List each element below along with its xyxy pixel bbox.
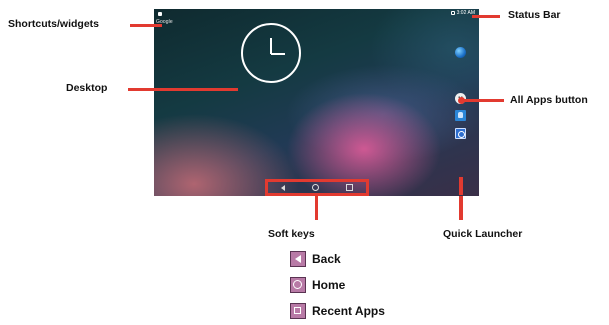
shortcuts-callout-line — [130, 24, 162, 27]
legend-recent-apps-label: Recent Apps — [312, 304, 385, 318]
clock-hour-hand — [270, 38, 272, 54]
contacts-app-icon[interactable] — [455, 110, 466, 121]
lock-icon — [450, 11, 455, 15]
back-softkey-icon[interactable] — [281, 184, 286, 191]
legend-home: Home — [290, 277, 345, 293]
clock-minute-hand — [271, 53, 285, 55]
soft-keys-callout-line — [315, 196, 318, 220]
globe-app-icon[interactable] — [455, 47, 466, 58]
quick-launcher-callout-line — [459, 177, 463, 195]
desktop-label: Desktop — [66, 82, 108, 94]
home-circle-icon — [290, 277, 306, 293]
back-triangle-icon — [290, 251, 306, 267]
shortcuts-widgets-label: Shortcuts/widgets — [8, 18, 100, 30]
browser-app-icon[interactable] — [455, 128, 466, 139]
status-bar-callout-line — [472, 15, 500, 18]
status-bar-label: Status Bar — [508, 9, 561, 21]
analog-clock-widget[interactable] — [241, 23, 301, 83]
desktop-callout-line — [128, 88, 238, 91]
recent-square-icon — [290, 303, 306, 319]
all-apps-callout-line — [462, 99, 504, 102]
home-softkey-icon[interactable] — [311, 184, 319, 191]
all-apps-callout-dot — [458, 97, 465, 104]
tablet-screen: 3:02 AM Google — [154, 9, 479, 196]
legend-home-label: Home — [312, 278, 346, 292]
recent-apps-softkey-icon[interactable] — [345, 184, 353, 191]
notification-icon[interactable] — [158, 12, 162, 16]
quick-launcher-callout-line-lower — [459, 196, 463, 220]
legend-recent-apps: Recent Apps — [290, 303, 385, 319]
legend-back: Back — [290, 251, 341, 267]
soft-keys-bar — [265, 179, 369, 196]
all-apps-button-label: All Apps button — [510, 94, 588, 106]
quick-launcher-label: Quick Launcher — [443, 228, 523, 240]
legend-back-label: Back — [312, 252, 341, 266]
soft-keys-label: Soft keys — [268, 228, 315, 240]
